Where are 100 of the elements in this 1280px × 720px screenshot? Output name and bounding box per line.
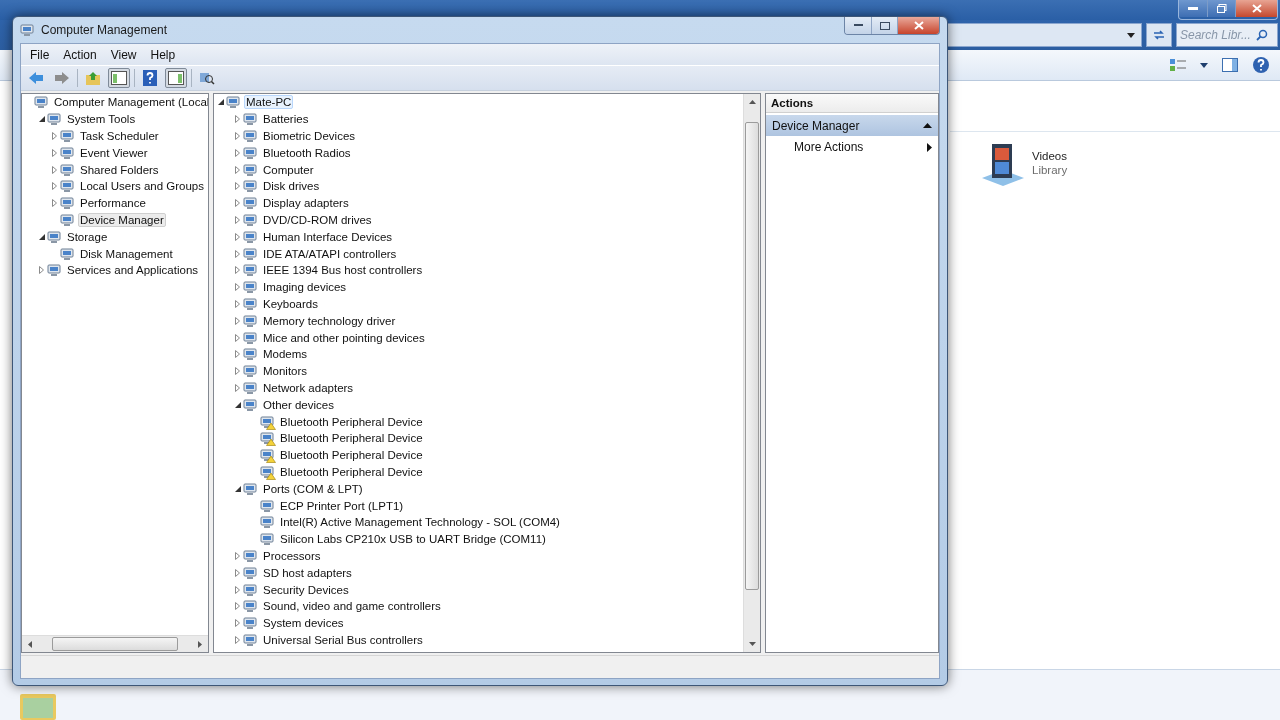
- expanded-arrow-icon[interactable]: [234, 485, 241, 492]
- tree-item[interactable]: Network adapters: [261, 380, 356, 395]
- tree-item[interactable]: Processors: [261, 548, 323, 563]
- device-icon: [243, 128, 259, 144]
- tree-item[interactable]: Disk Management: [78, 246, 175, 261]
- tree-item[interactable]: Universal Serial Bus controllers: [261, 632, 425, 647]
- tree-item[interactable]: Biometric Devices: [261, 129, 358, 143]
- minimize-icon: [853, 24, 863, 27]
- tree-item[interactable]: Task Scheduler: [78, 129, 161, 143]
- tree-item[interactable]: Human Interface Devices: [261, 229, 395, 244]
- device-icon: [243, 111, 259, 128]
- console-icon: [60, 128, 76, 144]
- preview-pane-icon[interactable]: [1222, 58, 1238, 72]
- device-icon: [243, 329, 259, 346]
- tree-item[interactable]: Keyboards: [261, 296, 320, 311]
- console-tree-button[interactable]: [108, 68, 130, 88]
- tree-item[interactable]: System Tools: [65, 112, 138, 127]
- tree-item[interactable]: Mice and other pointing devices: [261, 330, 427, 345]
- expanded-arrow-icon[interactable]: [234, 401, 241, 408]
- menu-item[interactable]: Action: [56, 45, 104, 64]
- right-arrow-icon: [198, 640, 202, 648]
- collapsed-arrow-icon[interactable]: [39, 266, 44, 275]
- tree-item[interactable]: Imaging devices: [261, 280, 349, 295]
- tree-item[interactable]: Services and Applications: [65, 263, 201, 278]
- tree-item[interactable]: Bluetooth Radios: [261, 145, 353, 160]
- expanded-arrow-icon[interactable]: [217, 99, 224, 106]
- tree-item[interactable]: Sound, video and game controllers: [261, 599, 443, 614]
- tree-item[interactable]: DVD/CD-ROM drives: [261, 212, 374, 227]
- down-arrow-icon: [748, 642, 756, 646]
- device-icon: [243, 480, 259, 497]
- expanded-arrow-icon[interactable]: [38, 233, 45, 240]
- tree-item[interactable]: Computer Management (Local: [52, 95, 208, 110]
- device-icon: [243, 178, 259, 195]
- tree-item[interactable]: Bluetooth Peripheral Device: [278, 464, 425, 479]
- tree-item[interactable]: ECP Printer Port (LPT1): [278, 498, 406, 513]
- tree-item[interactable]: Modems: [261, 347, 310, 362]
- actions-section[interactable]: Device Manager: [766, 115, 938, 136]
- expanded-arrow-icon[interactable]: [38, 116, 45, 123]
- close-button[interactable]: [1235, 0, 1277, 17]
- tree-item[interactable]: Performance: [78, 196, 148, 211]
- device-icon: [243, 211, 259, 228]
- menu-item[interactable]: File: [23, 45, 57, 64]
- device-icon: [226, 94, 242, 111]
- tree-item[interactable]: Mate-PC: [244, 95, 294, 110]
- search-input[interactable]: Search Libr...: [1180, 28, 1254, 42]
- console-icon: [60, 144, 76, 161]
- tree-item[interactable]: Other devices: [261, 397, 336, 412]
- tree-item[interactable]: Batteries: [261, 112, 311, 127]
- tree-item[interactable]: System devices: [261, 616, 346, 631]
- tree-item[interactable]: Bluetooth Peripheral Device: [278, 431, 425, 446]
- tree-item[interactable]: IEEE 1394 Bus host controllers: [261, 263, 425, 278]
- device-icon: [243, 279, 259, 296]
- action-item[interactable]: More Actions: [766, 136, 938, 158]
- device-icon: [243, 631, 259, 648]
- refresh-button[interactable]: [1146, 23, 1172, 47]
- tree-item[interactable]: Monitors: [261, 364, 310, 379]
- console-icon: [60, 161, 76, 178]
- device-icon: [243, 195, 259, 212]
- tree-item[interactable]: Display adapters: [261, 196, 351, 211]
- tree-item[interactable]: Silicon Labs CP210x USB to UART Bridge (COM11): [278, 532, 548, 547]
- search-icon: [1256, 29, 1268, 41]
- tree-item[interactable]: Storage: [65, 229, 110, 244]
- tree-item[interactable]: Event Viewer: [78, 145, 150, 160]
- library-type: Library: [1032, 164, 1068, 176]
- tree-item[interactable]: Disk drives: [261, 179, 322, 194]
- menu-item[interactable]: Help: [143, 45, 183, 64]
- tree-item[interactable]: Bluetooth Peripheral Device: [278, 414, 425, 429]
- maximize-button[interactable]: [871, 17, 897, 34]
- horizontal-scrollbar[interactable]: [22, 635, 208, 652]
- tree-item[interactable]: Memory technology driver: [261, 313, 398, 328]
- tree-item[interactable]: Intel(R) Active Management Technology - SOL (COM4): [278, 515, 562, 530]
- tree-item[interactable]: Security Devices: [261, 582, 351, 597]
- action-pane-button[interactable]: [165, 68, 187, 88]
- device-icon: [243, 228, 259, 245]
- view-options-icon[interactable]: [1170, 58, 1186, 72]
- tree-item[interactable]: Computer: [261, 162, 316, 177]
- tree-item[interactable]: SD host adapters: [261, 565, 354, 580]
- search-field[interactable]: Search Libr...: [1176, 23, 1278, 47]
- device-icon: [243, 295, 259, 312]
- tree-item[interactable]: Shared Folders: [78, 162, 161, 177]
- minimize-button[interactable]: [1179, 0, 1207, 17]
- device-icon: [243, 615, 259, 632]
- tree-item[interactable]: IDE ATA/ATAPI controllers: [261, 246, 399, 261]
- device-icon: [243, 564, 259, 581]
- help-icon[interactable]: [1252, 56, 1270, 74]
- warning-device-icon: [260, 413, 276, 430]
- tree-item[interactable]: Ports (COM & LPT): [261, 481, 365, 496]
- warning-device-icon: [260, 447, 276, 464]
- vertical-scrollbar[interactable]: [743, 94, 760, 652]
- tree-item[interactable]: Local Users and Groups: [78, 179, 206, 194]
- tree-item[interactable]: Device Manager: [78, 212, 166, 227]
- device-icon: [243, 363, 259, 380]
- dropdown-icon[interactable]: [1200, 62, 1208, 68]
- close-icon: [913, 21, 924, 30]
- dropdown-icon[interactable]: [1127, 32, 1135, 38]
- restore-button[interactable]: [1207, 0, 1235, 17]
- tree-item[interactable]: Bluetooth Peripheral Device: [278, 448, 425, 463]
- close-button[interactable]: [897, 17, 939, 34]
- menu-item[interactable]: View: [103, 45, 144, 64]
- minimize-button[interactable]: [845, 17, 871, 34]
